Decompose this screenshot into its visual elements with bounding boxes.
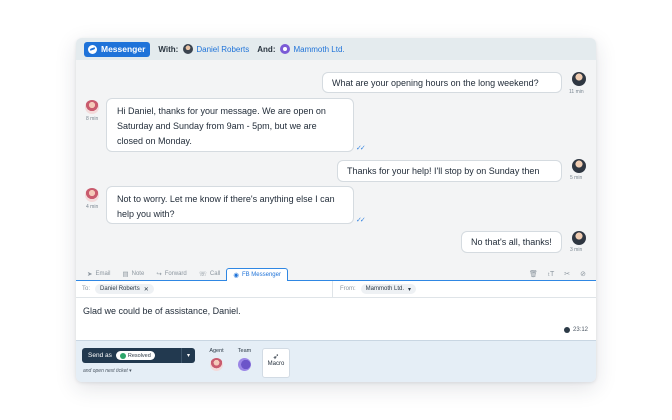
and-organization[interactable]: Mammoth Ltd. [280, 44, 345, 54]
forward-icon: ↪ [156, 271, 162, 278]
tab-label: Note [131, 271, 145, 277]
send-icon: ➤ [87, 271, 93, 278]
message-bubble: Thanks for your help! I'll stop by on Su… [337, 160, 562, 182]
message-bubble: Hi Daniel, thanks for your message. We a… [106, 98, 354, 152]
compose-area: To: Daniel Roberts ✕ From: Mammoth Ltd. … [76, 280, 596, 340]
open-next-ticket-toggle[interactable]: and open next ticket ▾ [83, 368, 132, 374]
messenger-icon [88, 44, 97, 54]
message-time: 3 min [570, 247, 583, 253]
note-icon: ▤ [122, 271, 129, 278]
tab-email[interactable]: ➤ Email [81, 268, 116, 280]
from-value: Mammoth Ltd. [365, 286, 405, 292]
recipient-chip[interactable]: Daniel Roberts ✕ [95, 284, 154, 294]
rocket-icon: ➶ [272, 352, 280, 361]
text-format-icon[interactable]: ₜT [548, 270, 554, 278]
reply-timestamp: 23:12 [563, 327, 588, 333]
message-time: 11 min [569, 89, 584, 95]
read-receipt-icon: ✓✓ [356, 145, 366, 152]
message-bubble: No that's all, thanks! [461, 231, 562, 253]
clock-icon [563, 327, 570, 333]
read-receipt-icon: ✓✓ [356, 217, 366, 224]
phone-icon: ☏ [198, 271, 207, 278]
chevron-down-icon[interactable]: ▾ [181, 348, 195, 363]
channel-badge[interactable]: Messenger [84, 41, 151, 57]
contact-avatar [183, 44, 194, 54]
team-picker[interactable]: Team [232, 348, 257, 379]
reply-editor[interactable]: Glad we could be of assistance, Daniel. [83, 306, 241, 316]
message-text: Thanks for your help! I'll stop by on Su… [347, 166, 540, 176]
message-text: Not to worry. Let me know if there's any… [117, 194, 335, 219]
tab-fb-messenger[interactable]: ◉ FB Messenger [226, 268, 288, 281]
from-label: From: [340, 286, 356, 292]
message-time: 8 min [86, 116, 99, 122]
messenger-icon: ◉ [233, 272, 239, 279]
team-avatar [238, 358, 251, 371]
tab-label: Email [95, 271, 111, 277]
message-time: 4 min [86, 204, 99, 210]
send-button[interactable]: Send as Resolved ▾ [82, 348, 195, 363]
and-label: And: [257, 44, 276, 54]
trash-icon[interactable]: 🗑 [529, 270, 538, 278]
conversation-header: Messenger With: Daniel Roberts And: Mamm… [76, 38, 596, 60]
tab-note[interactable]: ▤ Note [116, 268, 150, 280]
send-label: Send as [88, 352, 112, 359]
team-label: Team [237, 348, 252, 354]
from-field[interactable]: From: Mammoth Ltd. ▾ [333, 284, 417, 294]
next-ticket-text: and open next ticket [83, 368, 128, 374]
from-select[interactable]: Mammoth Ltd. ▾ [360, 284, 417, 294]
chevron-down-icon: ▾ [129, 368, 132, 374]
conversation-window: Messenger With: Daniel Roberts And: Mamm… [76, 38, 596, 382]
to-field[interactable]: To: Daniel Roberts ✕ [76, 280, 333, 298]
reply-tabs: ➤ Email ▤ Note ↪ Forward ☏ Call ◉ FB Mes… [76, 267, 596, 281]
recipient-name: Daniel Roberts [100, 286, 140, 292]
tab-label: FB Messenger [241, 272, 281, 278]
remove-recipient-icon[interactable]: ✕ [144, 286, 149, 293]
customer-avatar [572, 72, 586, 86]
message-time: 5 min [570, 175, 583, 181]
message-text: Hi Daniel, thanks for your message. We a… [117, 106, 326, 146]
tab-label: Forward [164, 271, 187, 277]
tab-forward[interactable]: ↪ Forward [150, 268, 192, 280]
tab-call[interactable]: ☏ Call [193, 268, 226, 280]
recipient-row: To: Daniel Roberts ✕ From: Mammoth Ltd. … [76, 280, 596, 298]
message-text: What are your opening hours on the long … [332, 78, 539, 88]
agent-avatar [85, 188, 99, 202]
macro-button[interactable]: ➶ Macro [262, 348, 290, 378]
status-text: Resolved [127, 352, 151, 359]
status-badge[interactable]: Resolved [115, 351, 155, 360]
message-bubble: What are your opening hours on the long … [322, 72, 562, 93]
attachment-icon[interactable]: ⊘ [580, 270, 586, 278]
check-circle-icon [119, 352, 126, 359]
with-label: With: [158, 44, 179, 54]
with-contact-name: Daniel Roberts [196, 44, 250, 54]
organization-icon [280, 44, 291, 54]
macro-label: Macro [267, 361, 285, 367]
agent-label: Agent [209, 348, 224, 354]
agent-avatar [85, 100, 99, 114]
to-label: To: [82, 286, 91, 292]
message-text: No that's all, thanks! [471, 237, 552, 247]
customer-avatar [572, 159, 586, 173]
message-bubble: Not to worry. Let me know if there's any… [106, 186, 354, 224]
scissors-icon[interactable]: ✂ [564, 270, 570, 278]
agent-picker[interactable]: Agent [204, 348, 229, 379]
agent-avatar [210, 358, 223, 371]
timestamp-text: 23:12 [572, 327, 588, 333]
tab-label: Call [209, 271, 221, 277]
customer-avatar [572, 231, 586, 245]
chevron-down-icon: ▾ [408, 286, 412, 293]
action-footer: Send as Resolved ▾ and open next ticket … [76, 340, 596, 382]
channel-label: Messenger [101, 44, 146, 54]
editor-tools: 🗑 ₜT ✂ ⊘ [529, 270, 596, 280]
with-contact[interactable]: Daniel Roberts [183, 44, 249, 54]
and-organization-name: Mammoth Ltd. [293, 44, 345, 54]
